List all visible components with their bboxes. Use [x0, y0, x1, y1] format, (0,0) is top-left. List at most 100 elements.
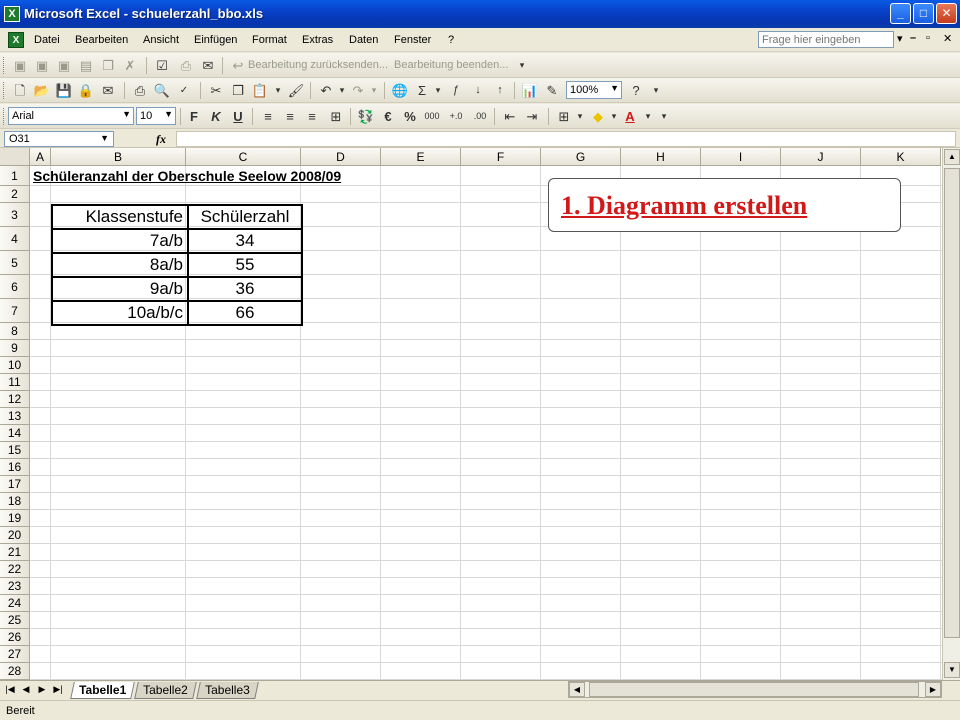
row-header-2[interactable]: 2 [0, 186, 30, 203]
bold-button[interactable]: F [184, 107, 204, 126]
table-cell-class[interactable]: 8a/b [51, 252, 189, 278]
row-header-6[interactable]: 6 [0, 275, 30, 299]
end-edit-button[interactable]: Bearbeitung beenden... [394, 59, 508, 71]
cut-icon[interactable]: ✂ [206, 81, 226, 100]
table-cell-count[interactable]: 34 [187, 228, 303, 254]
align-center-icon[interactable]: ≡ [280, 107, 300, 126]
row-header-20[interactable]: 20 [0, 527, 30, 544]
scroll-thumb[interactable] [589, 682, 919, 697]
row-header-14[interactable]: 14 [0, 425, 30, 442]
row-header-18[interactable]: 18 [0, 493, 30, 510]
row-header-21[interactable]: 21 [0, 544, 30, 561]
row-header-10[interactable]: 10 [0, 357, 30, 374]
row-header-8[interactable]: 8 [0, 323, 30, 340]
column-header-h[interactable]: H [621, 148, 701, 166]
mail-icon[interactable]: ✉ [198, 56, 218, 75]
mail-recipient-icon[interactable]: ✉ [98, 81, 118, 100]
table-cell-class[interactable]: 10a/b/c [51, 300, 189, 326]
print-icon[interactable]: ⎙ [176, 56, 196, 75]
spellcheck-icon[interactable]: ✓ [174, 81, 194, 100]
name-box[interactable]: O31 ▼ [4, 131, 114, 147]
paste-icon[interactable]: 📋 [250, 81, 270, 100]
format-painter-icon[interactable]: 🖌 [286, 81, 306, 100]
minimize-button[interactable]: _ [890, 3, 911, 24]
column-header-c[interactable]: C [186, 148, 301, 166]
font-color-icon[interactable]: A [620, 107, 640, 126]
table-header-cell[interactable]: Schülerzahl [187, 204, 303, 230]
new-document-icon[interactable]: 🗋 [10, 81, 30, 100]
column-header-i[interactable]: I [701, 148, 781, 166]
permission-icon[interactable]: 🔒 [76, 81, 96, 100]
toolbar-grip[interactable] [3, 108, 6, 125]
function-icon[interactable]: ƒ [446, 81, 466, 100]
row-header-23[interactable]: 23 [0, 578, 30, 595]
menu-einfuegen[interactable]: Einfügen [194, 34, 237, 46]
menu-fenster[interactable]: Fenster [394, 34, 431, 46]
row-header-26[interactable]: 26 [0, 629, 30, 646]
picture-icon[interactable]: ▤ [76, 56, 96, 75]
increase-decimal-icon[interactable]: +.0 [446, 107, 466, 126]
toolbar-grip[interactable] [3, 82, 6, 99]
menu-ansicht[interactable]: Ansicht [143, 34, 179, 46]
menu-extras[interactable]: Extras [302, 34, 333, 46]
decrease-decimal-icon[interactable]: .00 [470, 107, 490, 126]
help-search-input[interactable] [758, 31, 894, 48]
row-header-28[interactable]: 28 [0, 663, 30, 680]
font-combo[interactable]: Arial ▼ [8, 107, 134, 125]
doc-close-button[interactable]: ✕ [943, 32, 952, 45]
scroll-thumb[interactable] [944, 168, 960, 638]
row-header-12[interactable]: 12 [0, 391, 30, 408]
table-cell-count[interactable]: 36 [187, 276, 303, 302]
row-header-16[interactable]: 16 [0, 459, 30, 476]
column-header-f[interactable]: F [461, 148, 541, 166]
thousands-separator-icon[interactable]: 000 [422, 107, 442, 126]
scroll-down-icon[interactable]: ▼ [944, 662, 960, 678]
row-header-13[interactable]: 13 [0, 408, 30, 425]
folder-icon[interactable]: ▣ [54, 56, 74, 75]
table-cell-class[interactable]: 9a/b [51, 276, 189, 302]
percent-icon[interactable]: % [400, 107, 420, 126]
checkbox-icon[interactable]: ☑ [152, 56, 172, 75]
toolbar-options-icon[interactable]: ▾ [646, 81, 666, 100]
increase-indent-icon[interactable]: ⇥ [522, 107, 542, 126]
close-button[interactable]: ✕ [936, 3, 957, 24]
decrease-indent-icon[interactable]: ⇤ [500, 107, 520, 126]
sheet-tab-tabelle2[interactable]: Tabelle2 [134, 682, 197, 699]
vertical-scrollbar[interactable]: ▲ ▼ [942, 148, 960, 680]
row-header-7[interactable]: 7 [0, 299, 30, 323]
help-dropdown-icon[interactable]: ▾ [897, 32, 903, 45]
excel-app-icon[interactable]: X [4, 6, 20, 22]
hyperlink-icon[interactable]: 🌐 [390, 81, 410, 100]
scroll-up-icon[interactable]: ▲ [944, 149, 960, 165]
table-cell-count[interactable]: 66 [187, 300, 303, 326]
redo-dropdown-icon[interactable]: ▾ [364, 81, 384, 100]
select-all-corner[interactable] [0, 148, 30, 166]
borders-dropdown-icon[interactable]: ▾ [570, 107, 590, 126]
row-header-1[interactable]: 1 [0, 166, 30, 186]
column-header-j[interactable]: J [781, 148, 861, 166]
row-header-27[interactable]: 27 [0, 646, 30, 663]
toolbar-options-icon[interactable]: ▾ [654, 107, 674, 126]
folder-icon[interactable]: ▣ [10, 56, 30, 75]
autosum-dropdown-icon[interactable]: ▾ [428, 81, 448, 100]
sheet-tab-tabelle3[interactable]: Tabelle3 [196, 682, 259, 699]
print-preview-icon[interactable]: 🔍 [152, 81, 172, 100]
row-header-4[interactable]: 4 [0, 227, 30, 251]
print-icon[interactable]: ⎙ [130, 81, 150, 100]
font-size-combo[interactable]: 10 ▼ [136, 107, 176, 125]
table-cell-count[interactable]: 55 [187, 252, 303, 278]
align-left-icon[interactable]: ≡ [258, 107, 278, 126]
menu-format[interactable]: Format [252, 34, 287, 46]
row-header-9[interactable]: 9 [0, 340, 30, 357]
paste-dropdown-icon[interactable]: ▾ [268, 81, 288, 100]
sheet-title-cell[interactable]: Schüleranzahl der Oberschule Seelow 2008… [33, 168, 341, 184]
formula-input[interactable] [176, 131, 956, 147]
folder-icon[interactable]: ▣ [32, 56, 52, 75]
column-header-a[interactable]: A [30, 148, 51, 166]
scroll-left-icon[interactable]: ◀ [569, 682, 585, 697]
last-sheet-icon[interactable]: ▶| [52, 684, 64, 695]
worksheet-grid[interactable]: ABCDEFGHIJK 1 2 3 4 5 6 7 8 9 10 11 12 13 14 15 16 17 18 1… [0, 148, 942, 680]
underline-button[interactable]: U [228, 107, 248, 126]
column-header-k[interactable]: K [861, 148, 941, 166]
send-back-icon[interactable]: ↩ [228, 56, 248, 75]
